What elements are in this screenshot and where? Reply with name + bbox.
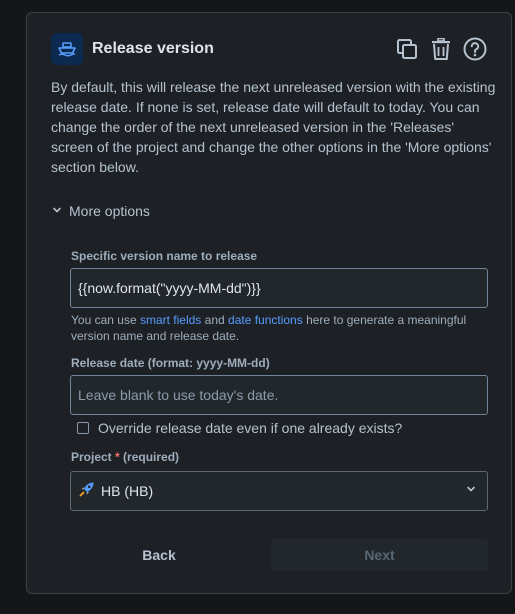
ship-icon [51, 33, 83, 65]
project-label: Project * (required) [71, 450, 179, 464]
action-description: By default, this will release the next u… [51, 79, 496, 175]
action-config-panel: Release version By default, this will re… [26, 12, 512, 594]
more-options-label: More options [69, 203, 150, 219]
smart-fields-link[interactable]: smart fields [140, 313, 201, 327]
version-name-helper: You can use smart fields and date functi… [71, 312, 471, 344]
header-tools [395, 37, 487, 61]
project-select[interactable]: HB (HB) [70, 471, 488, 511]
next-button[interactable]: Next [271, 539, 488, 571]
release-date-label: Release date (format: yyyy-MM-dd) [71, 356, 270, 370]
date-functions-link[interactable]: date functions [228, 313, 303, 327]
action-title: Release version [92, 40, 214, 57]
override-date-label: Override release date even if one alread… [98, 420, 403, 436]
chevron-down-icon [465, 482, 477, 500]
required-text: (required) [123, 450, 180, 464]
help-icon[interactable] [463, 37, 487, 61]
required-star: * [115, 450, 120, 464]
more-options-toggle[interactable]: More options [51, 200, 150, 222]
override-date-row: Override release date even if one alread… [77, 418, 402, 438]
helper-text: You can use [71, 313, 140, 327]
duplicate-icon[interactable] [395, 37, 419, 61]
version-name-label: Specific version name to release [71, 249, 258, 263]
back-button[interactable]: Back [70, 539, 248, 571]
rocket-icon [79, 481, 95, 502]
release-date-input[interactable] [70, 375, 488, 415]
chevron-down-icon [51, 203, 63, 219]
trash-icon[interactable] [429, 37, 453, 61]
project-label-text: Project [71, 450, 112, 464]
panel-header: Release version [51, 33, 487, 65]
version-name-input[interactable] [70, 268, 488, 308]
override-date-checkbox[interactable] [77, 422, 89, 434]
helper-text: and [201, 313, 229, 327]
project-select-value: HB (HB) [101, 483, 154, 499]
